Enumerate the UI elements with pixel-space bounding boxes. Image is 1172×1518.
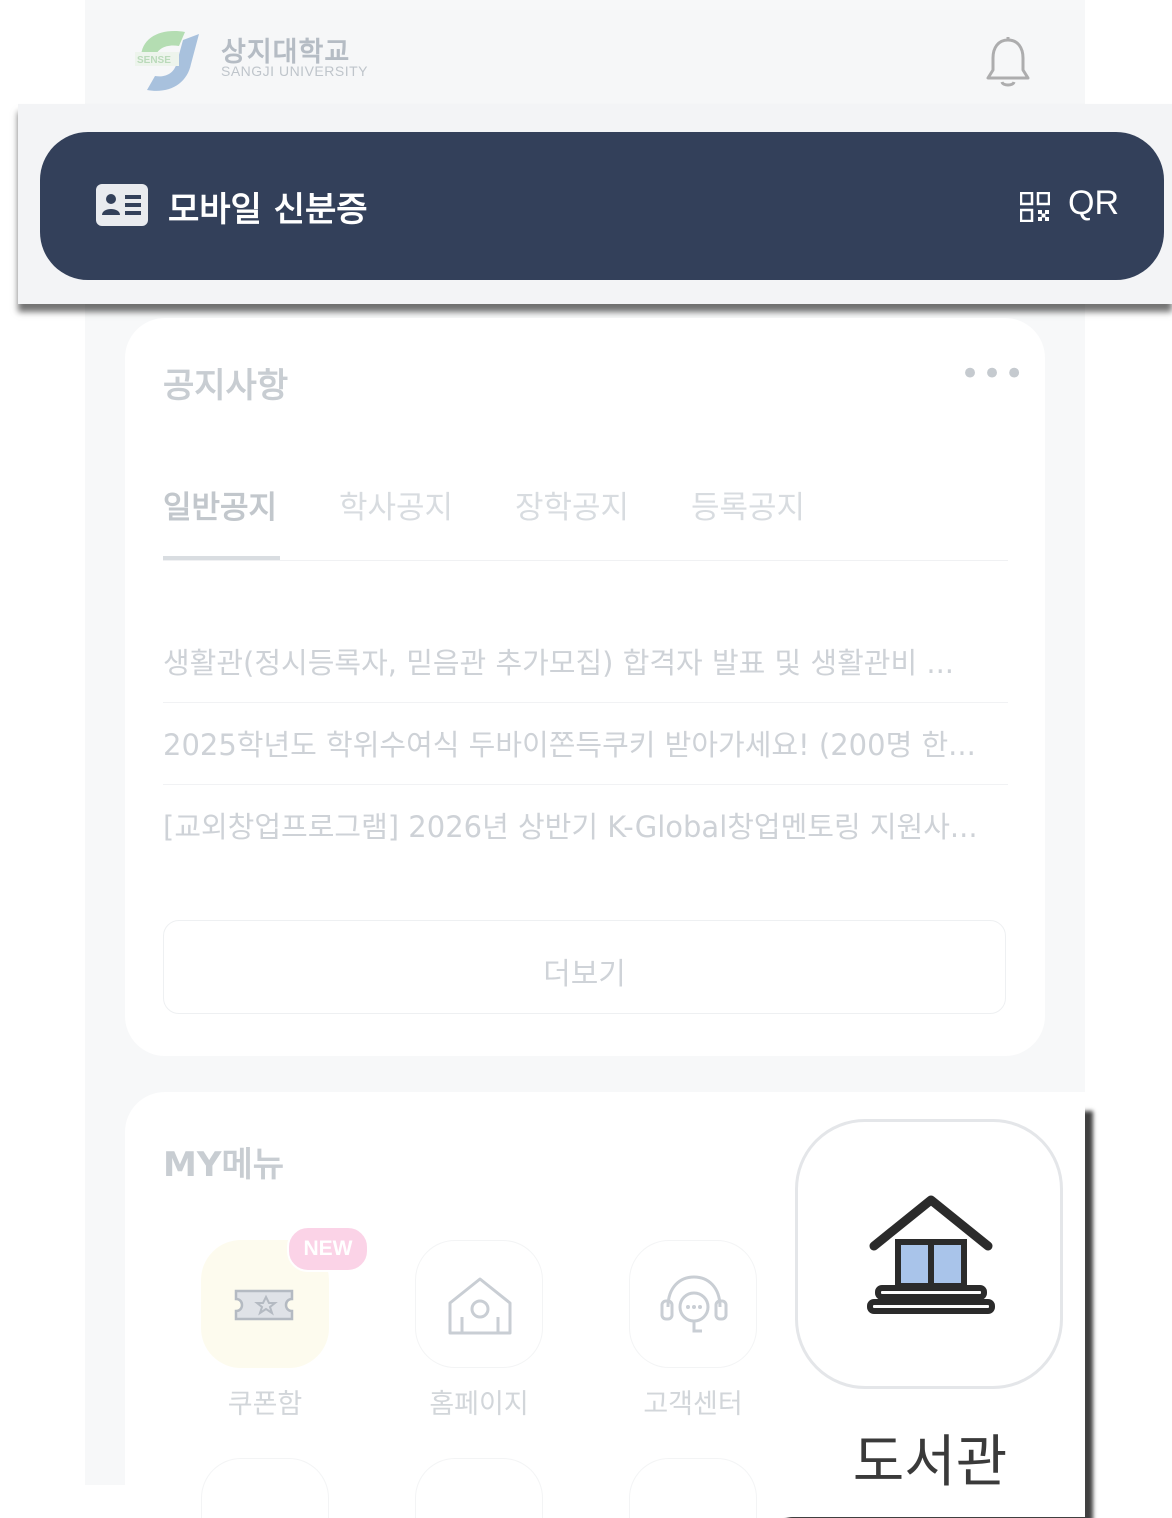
university-name-english: SANGJI UNIVERSITY — [221, 63, 368, 79]
tab-divider — [163, 560, 1008, 561]
qr-code-icon — [1020, 192, 1050, 222]
mobile-id-button[interactable]: 모바일 신분증 QR — [40, 132, 1164, 280]
notice-item[interactable]: 생활관(정시등록자, 믿음관 추가모집) 합격자 발표 및 생활관비 ... — [163, 640, 1008, 682]
tab-general-notice[interactable]: 일반공지 — [163, 482, 277, 527]
customer-center-button[interactable] — [629, 1240, 757, 1368]
mobile-id-label: 모바일 신분증 — [168, 190, 368, 230]
homepage-label: 홈페이지 — [429, 1389, 529, 1420]
new-badge: NEW — [287, 1226, 369, 1272]
more-button-label: 더보기 — [543, 957, 626, 992]
home-icon — [448, 1277, 512, 1335]
qr-button-label[interactable]: QR — [1068, 184, 1119, 223]
app-header: SENSE 상지대학교 SANGJI UNIVERSITY — [85, 10, 1085, 105]
customer-center-label: 고객센터 — [643, 1389, 743, 1420]
divider — [163, 784, 1008, 785]
library-button[interactable] — [795, 1119, 1063, 1389]
tab-registration-notice[interactable]: 등록공지 — [691, 482, 805, 527]
homepage-button[interactable] — [415, 1240, 543, 1368]
divider — [163, 702, 1008, 703]
library-label: 도서관 — [852, 1430, 1008, 1495]
notice-title: 공지사항 — [163, 366, 289, 406]
notice-item[interactable]: [교외창업프로그램] 2026년 상반기 K-Global창업멘토링 지원사..… — [163, 804, 1008, 846]
ellipsis-icon[interactable]: ••• — [960, 354, 1026, 394]
more-button[interactable]: 더보기 — [163, 920, 1006, 1014]
library-highlight: 도서관 — [780, 1105, 1085, 1517]
bell-icon[interactable] — [985, 36, 1031, 88]
notice-card: 공지사항 ••• 일반공지 학사공지 장학공지 등록공지 생활관(정시등록자, … — [125, 318, 1045, 1056]
svg-text:SENSE: SENSE — [137, 55, 171, 66]
id-card-icon — [96, 184, 148, 226]
coupon-label: 쿠폰함 — [227, 1389, 303, 1420]
headset-icon — [660, 1275, 728, 1333]
menu-tile-partial[interactable] — [201, 1458, 329, 1518]
menu-tile-partial[interactable] — [629, 1458, 757, 1518]
tab-scholarship-notice[interactable]: 장학공지 — [515, 482, 629, 527]
university-logo-icon: SENSE — [135, 31, 199, 91]
notice-item[interactable]: 2025학년도 학위수여식 두바이쫀득쿠키 받아가세요! (200명 한... — [163, 722, 1008, 764]
mobile-id-highlight: 모바일 신분증 QR — [18, 104, 1172, 304]
library-icon — [867, 1195, 995, 1314]
tab-academic-notice[interactable]: 학사공지 — [339, 482, 453, 527]
my-menu-title: MY메뉴 — [163, 1145, 285, 1185]
menu-tile-partial[interactable] — [415, 1458, 543, 1518]
coupon-icon — [234, 1289, 294, 1321]
